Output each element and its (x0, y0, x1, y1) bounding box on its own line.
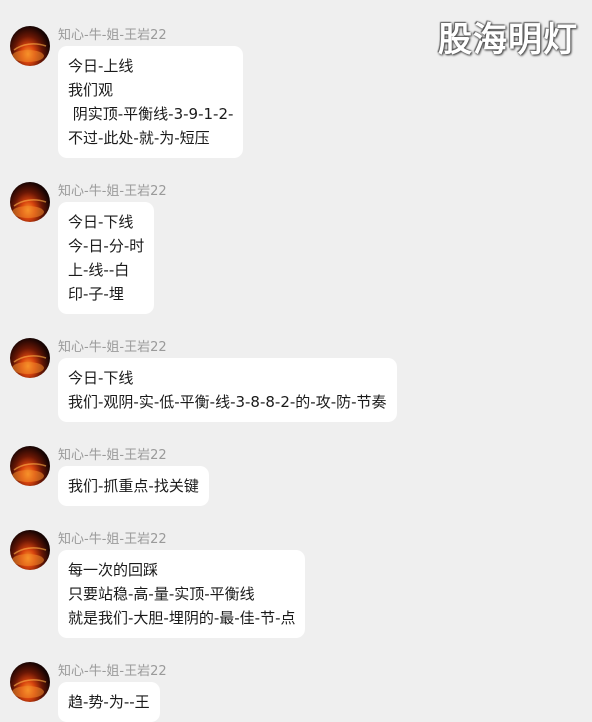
message-line: 今日-下线 (68, 369, 134, 387)
avatar[interactable] (10, 530, 50, 570)
avatar[interactable] (10, 662, 50, 702)
message-line: 趋-势-为--王 (68, 693, 150, 711)
message-bubble[interactable]: 趋-势-为--王 (58, 682, 160, 722)
avatar[interactable] (10, 338, 50, 378)
message-line: 我们-抓重点-找关键 (68, 477, 199, 495)
avatar[interactable] (10, 446, 50, 486)
sender-name: 知心-牛-姐-王岩22 (58, 184, 167, 199)
message-bubble[interactable]: 我们-抓重点-找关键 (58, 466, 209, 506)
message-line: 我们观 (68, 81, 114, 99)
sender-name: 知心-牛-姐-王岩22 (58, 340, 167, 355)
message-bubble[interactable]: 今日-上线我们观 阴实顶-平衡线-3-9-1-2- 不过-此处-就-为-短压 (58, 46, 244, 158)
message-bubble[interactable]: 今日-下线今-日-分-时 上-线--白 印-子-埋 (58, 202, 155, 314)
message-line: 今-日-分-时 (68, 237, 145, 255)
message-line: 每一次的回踩 (68, 561, 159, 579)
watermark-logo: 股海明灯 (438, 20, 578, 60)
message-line: 阴实顶-平衡线-3-9-1-2- (68, 105, 234, 123)
message-bubble[interactable]: 每一次的回踩只要站稳-高-量-实顶-平衡线就是我们-大胆-埋阴的-最-佳-节-点 (58, 550, 306, 638)
sender-name: 知心-牛-姐-王岩22 (58, 664, 167, 679)
message-line: 上-线--白 (68, 261, 130, 279)
message-line: 印-子-埋 (68, 285, 124, 303)
message-line: 今日-上线 (68, 57, 134, 75)
sender-name: 知心-牛-姐-王岩22 (58, 28, 167, 43)
sender-name: 知心-牛-姐-王岩22 (58, 448, 167, 463)
sender-name: 知心-牛-姐-王岩22 (58, 532, 167, 547)
message-line: 我们-观阴-实-低-平衡-线-3-8-8-2-的-攻-防-节奏 (68, 393, 387, 411)
message-bubble[interactable]: 今日-下线我们-观阴-实-低-平衡-线-3-8-8-2-的-攻-防-节奏 (58, 358, 397, 422)
message-line: 只要站稳-高-量-实顶-平衡线 (68, 585, 255, 603)
avatar[interactable] (10, 182, 50, 222)
avatar[interactable] (10, 26, 50, 66)
message-line: 不过-此处-就-为-短压 (68, 129, 210, 147)
message-line: 今日-下线 (68, 213, 134, 231)
message-line: 就是我们-大胆-埋阴的-最-佳-节-点 (68, 609, 296, 627)
